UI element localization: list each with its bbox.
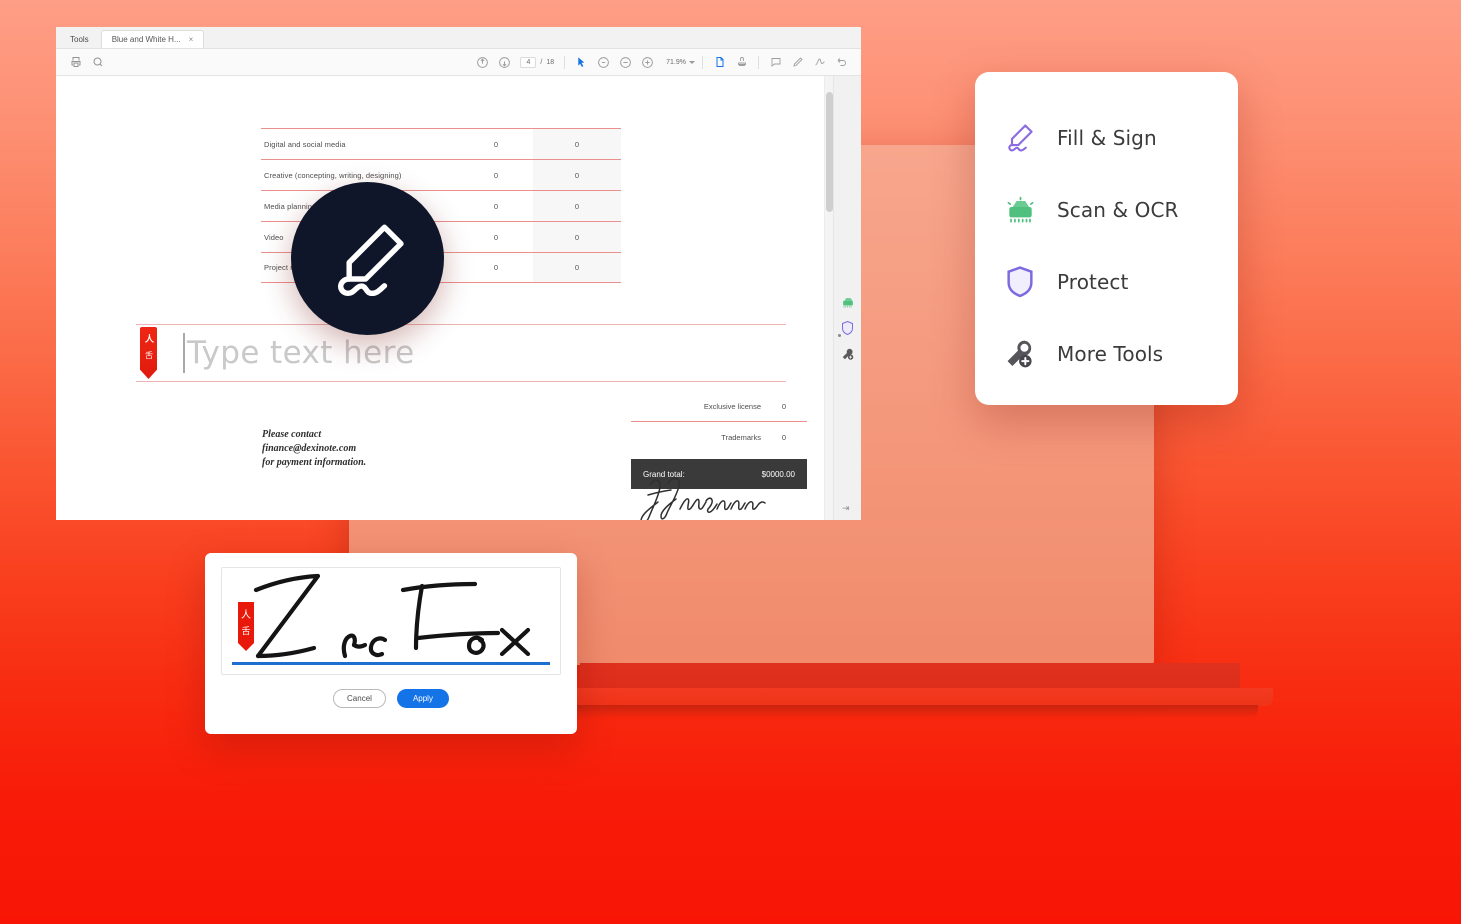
scrollbar-thumb[interactable] xyxy=(826,92,833,212)
rotate-clockwise-icon[interactable] xyxy=(495,53,514,72)
applied-signature-johnson xyxy=(640,471,775,520)
menu-item-label: Fill & Sign xyxy=(1057,126,1157,150)
row-quantity: 0 xyxy=(493,232,499,242)
pdf-bookmark-icon: 人 舌 xyxy=(140,327,157,379)
document-area: Digital and social media 0 0 Creative (c… xyxy=(56,76,861,520)
row-label: Digital and social media xyxy=(264,139,346,149)
hand-tool-icon[interactable] xyxy=(594,53,613,72)
collapse-panel-icon[interactable]: ⇥ xyxy=(842,503,850,514)
row-quantity: 0 xyxy=(493,201,499,211)
zoom-level-value: 71.9% xyxy=(666,58,686,66)
row-price: 0 xyxy=(533,191,621,221)
row-quantity: 0 xyxy=(493,139,499,149)
row-price: 0 xyxy=(533,160,621,190)
toolbar: 4 / 18 71.9% xyxy=(56,49,861,76)
tab-tools[interactable]: Tools xyxy=(56,31,101,48)
text-entry-placeholder: Type text here xyxy=(187,335,415,371)
zoom-in-icon[interactable] xyxy=(638,53,657,72)
total-pages: 18 xyxy=(546,58,555,66)
shield-protect-icon xyxy=(1003,265,1037,299)
signature-ink xyxy=(250,572,556,668)
scan-ocr-icon xyxy=(1003,193,1037,227)
row-label: Creative (concepting, writing, designing… xyxy=(264,170,402,180)
fill-and-sign-badge xyxy=(291,182,444,335)
zoom-level-selector[interactable]: 71.9% xyxy=(666,59,695,66)
apply-button[interactable]: Apply xyxy=(396,689,449,708)
laptop-base-top xyxy=(580,663,1240,689)
fill-and-sign-badge-icon xyxy=(337,224,404,296)
wrench-plus-icon xyxy=(1003,337,1037,371)
cancel-button[interactable]: Cancel xyxy=(333,689,386,708)
pdf-page[interactable]: Digital and social media 0 0 Creative (c… xyxy=(56,76,833,520)
laptop-base xyxy=(560,663,1273,721)
menu-item-fill-and-sign[interactable]: Fill & Sign xyxy=(975,102,1238,174)
rotate-counterclockwise-icon[interactable] xyxy=(473,53,492,72)
menu-item-label: Scan & OCR xyxy=(1057,198,1179,222)
menu-item-label: More Tools xyxy=(1057,342,1164,366)
current-page-input[interactable]: 4 xyxy=(520,56,537,68)
menu-item-label: Protect xyxy=(1057,270,1129,294)
tab-document[interactable]: Blue and White H... × xyxy=(100,30,205,48)
contact-line-2: finance@dexinote.com xyxy=(262,443,357,454)
total-label: Exclusive license xyxy=(703,402,761,411)
row-price: 0 xyxy=(533,129,621,159)
table-row[interactable]: Digital and social media 0 0 xyxy=(261,128,621,159)
scan-ocr-icon[interactable] xyxy=(840,294,855,309)
total-value: 0 xyxy=(781,432,787,442)
close-icon[interactable]: × xyxy=(189,35,194,44)
menu-item-more-tools[interactable]: More Tools xyxy=(975,318,1238,390)
row-quantity: 0 xyxy=(493,263,499,272)
contact-line-1: Please contact xyxy=(262,429,322,440)
toolbar-divider-2 xyxy=(702,55,703,69)
page-view-icon[interactable] xyxy=(710,53,729,72)
tab-tools-label: Tools xyxy=(70,35,89,44)
contact-line-3: for payment information. xyxy=(262,457,367,468)
toolbar-divider xyxy=(564,55,566,69)
stamp-icon[interactable] xyxy=(732,53,751,72)
printer-icon[interactable] xyxy=(66,53,85,72)
row-quantity: 0 xyxy=(493,170,499,180)
search-icon[interactable] xyxy=(88,53,107,72)
vertical-scrollbar[interactable] xyxy=(824,76,833,520)
row-price: 0 xyxy=(533,253,621,282)
total-row-exclusive-license: Exclusive license 0 xyxy=(631,392,807,422)
signature-baseline xyxy=(232,662,550,665)
rail-indicator-dot xyxy=(838,334,841,337)
text-cursor xyxy=(183,333,185,373)
zoom-out-icon[interactable] xyxy=(616,53,635,72)
wrench-plus-icon[interactable] xyxy=(840,346,855,361)
shield-protect-icon[interactable] xyxy=(840,320,855,335)
total-value: 0 xyxy=(781,402,787,411)
text-entry-field[interactable]: 人 舌 Type text here xyxy=(136,324,786,382)
page-separator: / xyxy=(540,58,543,66)
tools-flyout-menu: Fill & Sign Scan & OCR Protect More Tool… xyxy=(975,72,1238,405)
app-screen: Tools Blue and White H... × 4 / 18 71.9%… xyxy=(56,27,861,520)
chevron-down-icon[interactable] xyxy=(689,60,695,64)
contact-note: Please contact finance@dexinote.com for … xyxy=(262,428,366,470)
sign-icon[interactable] xyxy=(810,53,829,72)
row-price: 0 xyxy=(533,222,621,252)
laptop-base-front xyxy=(560,688,1273,706)
undo-icon[interactable] xyxy=(832,53,851,72)
table-row[interactable]: Creative (concepting, writing, designing… xyxy=(261,159,621,190)
laptop-base-shadow xyxy=(568,705,1258,718)
total-label: Trademarks xyxy=(721,432,761,442)
right-tools-rail: ⇥ xyxy=(833,76,861,520)
highlight-pen-icon[interactable] xyxy=(788,53,807,72)
cursor-select-icon[interactable] xyxy=(572,53,591,72)
comment-icon[interactable] xyxy=(766,53,785,72)
signature-actions: Cancel Apply xyxy=(221,689,561,708)
fill-and-sign-icon xyxy=(1003,121,1037,155)
total-row-trademarks: Trademarks 0 xyxy=(631,422,807,452)
signature-capture-panel: 人 舌 Cancel Apply xyxy=(205,553,577,734)
menu-item-scan-and-ocr[interactable]: Scan & OCR xyxy=(975,174,1238,246)
toolbar-divider-3 xyxy=(758,55,759,69)
signature-canvas[interactable]: 人 舌 xyxy=(221,567,561,675)
page-navigation[interactable]: 4 / 18 xyxy=(520,56,555,68)
tab-bar: Tools Blue and White H... × xyxy=(56,27,861,49)
tab-document-label: Blue and White H... xyxy=(111,35,181,44)
menu-item-protect[interactable]: Protect xyxy=(975,246,1238,318)
